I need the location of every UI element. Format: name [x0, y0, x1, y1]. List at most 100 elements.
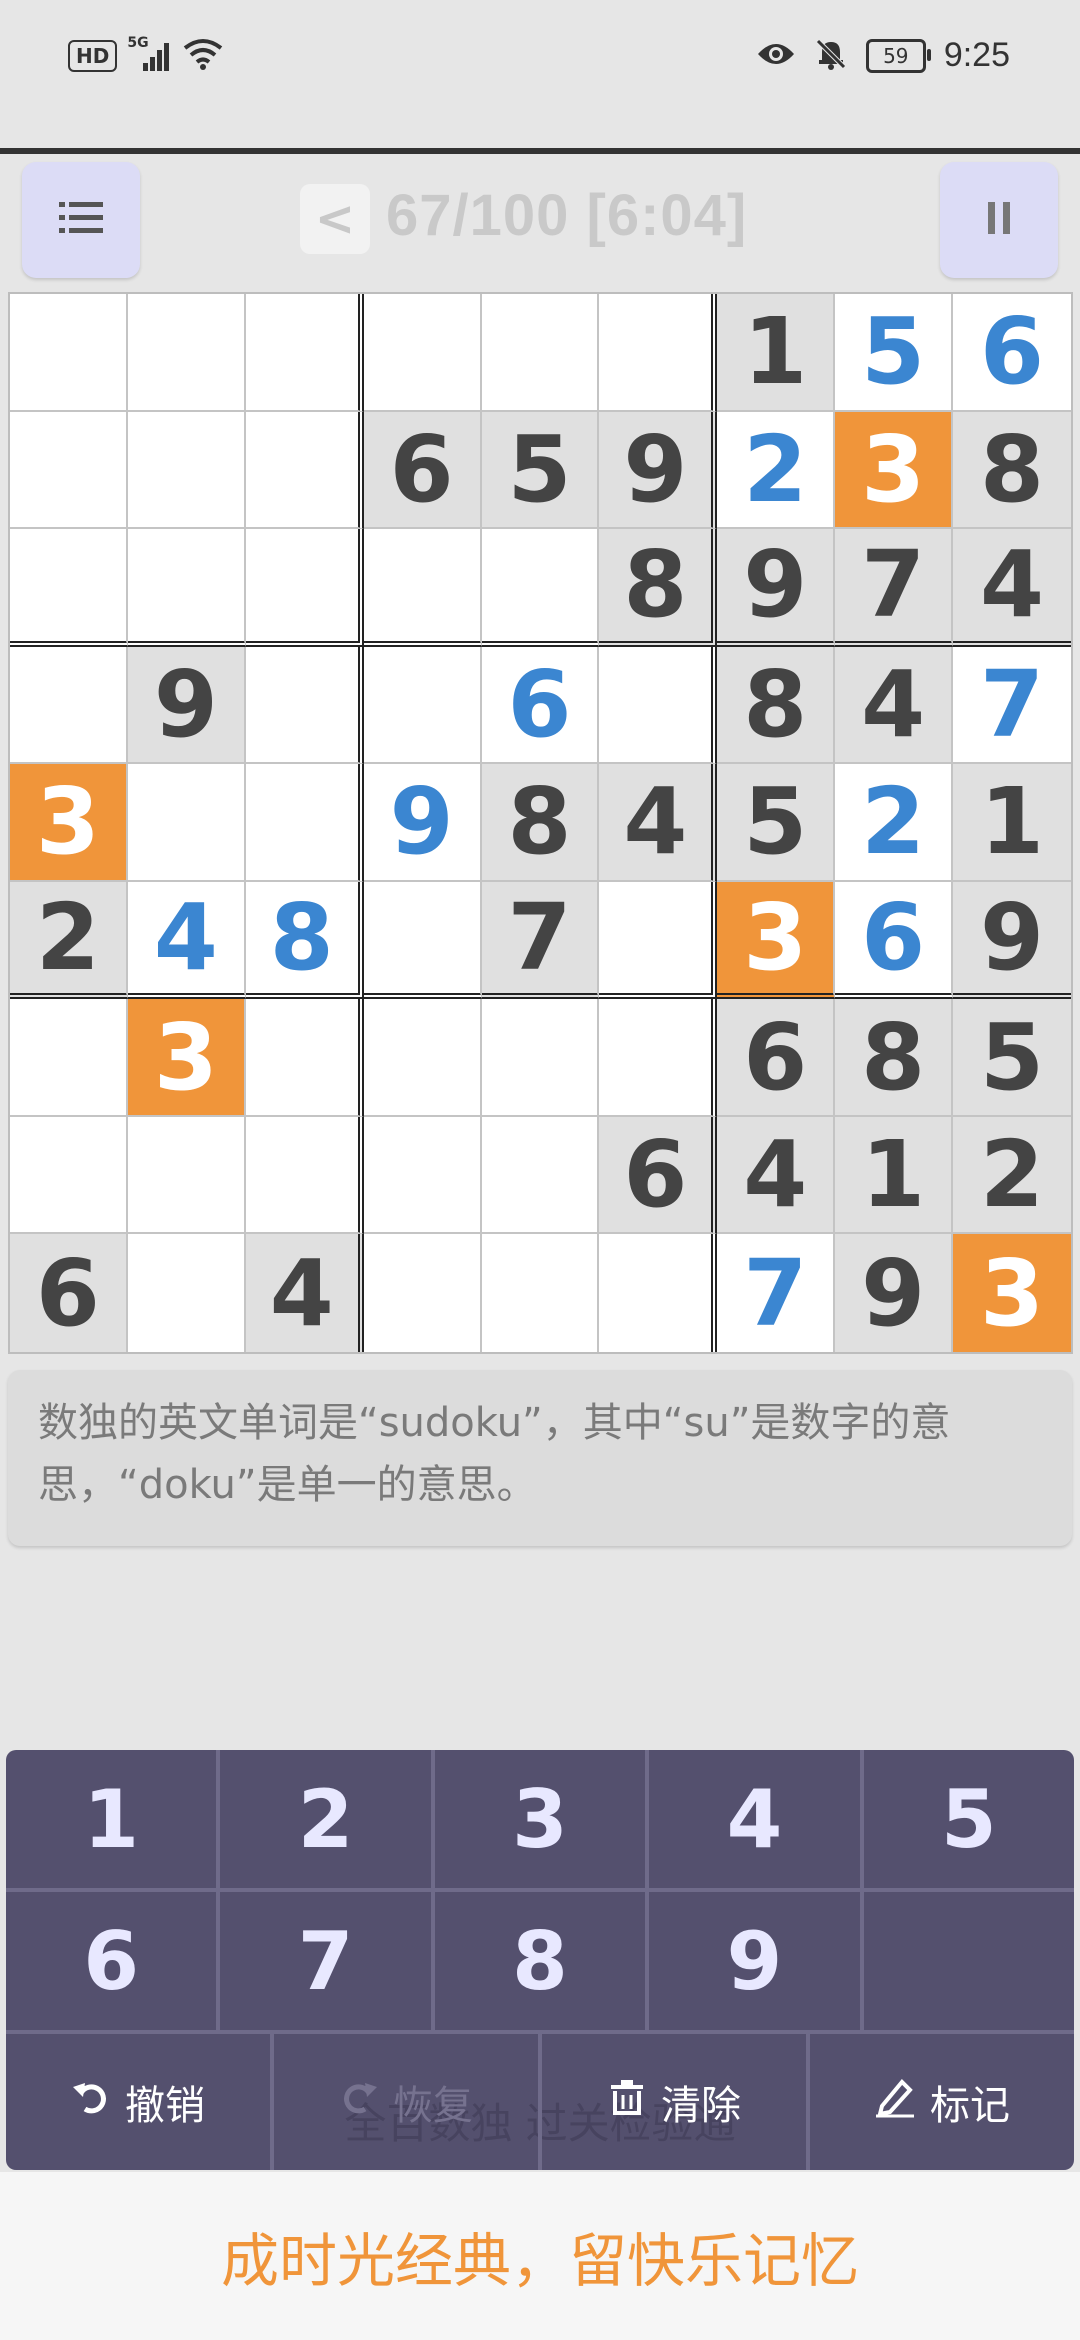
cell-r2c6[interactable]: 9: [599, 411, 718, 530]
back-button[interactable]: <: [300, 184, 370, 254]
cell-r7c5[interactable]: [481, 999, 600, 1117]
cell-r4c3[interactable]: [245, 646, 364, 765]
cell-r3c9[interactable]: 4: [953, 529, 1071, 647]
cell-r2c7[interactable]: 2: [717, 411, 836, 530]
keypad-row-2: 6 7 8 9: [6, 1892, 1074, 2034]
cell-r5c6[interactable]: 4: [599, 764, 718, 882]
cell-r6c2[interactable]: 4: [127, 881, 246, 1000]
key-4[interactable]: 4: [649, 1750, 864, 1888]
cell-r4c9[interactable]: 7: [953, 646, 1071, 765]
cell-r2c2[interactable]: [127, 411, 246, 530]
cell-r6c4[interactable]: [363, 881, 482, 1000]
status-right: 59 9:25: [756, 36, 1010, 75]
cell-r3c8[interactable]: 7: [835, 529, 954, 647]
cell-r7c1[interactable]: [10, 999, 128, 1117]
cell-r5c9[interactable]: 1: [953, 764, 1071, 882]
cell-r2c4[interactable]: 6: [363, 411, 482, 530]
cell-r3c5[interactable]: [481, 529, 600, 647]
cell-r2c5[interactable]: 5: [481, 411, 600, 530]
cell-r6c1[interactable]: 2: [10, 881, 128, 1000]
cell-r8c8[interactable]: 1: [835, 1116, 954, 1235]
cell-r6c6[interactable]: [599, 881, 718, 1000]
cell-r1c9[interactable]: 6: [953, 294, 1071, 412]
cell-r7c2[interactable]: 3: [127, 999, 246, 1117]
key-6[interactable]: 6: [6, 1892, 221, 2030]
menu-button[interactable]: [22, 162, 140, 278]
cell-r3c2[interactable]: [127, 529, 246, 647]
cell-r5c4[interactable]: 9: [363, 764, 482, 882]
cell-r3c1[interactable]: [10, 529, 128, 647]
cell-r9c6[interactable]: [599, 1234, 718, 1352]
cell-r5c1[interactable]: 3: [10, 764, 128, 882]
cell-r9c2[interactable]: [127, 1234, 246, 1352]
cell-r2c8[interactable]: 3: [835, 411, 954, 530]
cell-r6c8[interactable]: 6: [835, 881, 954, 1000]
cell-r9c3[interactable]: 4: [245, 1234, 364, 1352]
cell-r8c6[interactable]: 6: [599, 1116, 718, 1235]
cell-r9c4[interactable]: [363, 1234, 482, 1352]
undo-button[interactable]: 撤销: [6, 2034, 274, 2170]
clear-button[interactable]: 清除: [542, 2034, 810, 2170]
key-1[interactable]: 1: [6, 1750, 221, 1888]
cell-r2c3[interactable]: [245, 411, 364, 530]
cell-r5c8[interactable]: 2: [835, 764, 954, 882]
cell-r3c7[interactable]: 9: [717, 529, 836, 647]
cell-r4c4[interactable]: [363, 646, 482, 765]
cell-r2c1[interactable]: [10, 411, 128, 530]
cell-r5c5[interactable]: 8: [481, 764, 600, 882]
cell-r5c2[interactable]: [127, 764, 246, 882]
cell-r5c3[interactable]: [245, 764, 364, 882]
cell-r4c7[interactable]: 8: [717, 646, 836, 765]
cell-r3c4[interactable]: [363, 529, 482, 647]
cell-r6c5[interactable]: 7: [481, 881, 600, 1000]
status-bar: HD 5G 59 9:25: [0, 0, 1080, 120]
cell-r3c6[interactable]: 8: [599, 529, 718, 647]
mark-button[interactable]: 标记: [810, 2034, 1074, 2170]
redo-button[interactable]: 恢复: [274, 2034, 542, 2170]
cell-r4c8[interactable]: 4: [835, 646, 954, 765]
cell-r7c9[interactable]: 5: [953, 999, 1071, 1117]
cell-r3c3[interactable]: [245, 529, 364, 647]
cell-r7c3[interactable]: [245, 999, 364, 1117]
cell-r8c4[interactable]: [363, 1116, 482, 1235]
pause-button[interactable]: [940, 162, 1058, 278]
cell-r1c7[interactable]: 1: [717, 294, 836, 412]
cell-r1c4[interactable]: [363, 294, 482, 412]
cell-r8c7[interactable]: 4: [717, 1116, 836, 1235]
cell-r4c1[interactable]: [10, 646, 128, 765]
key-3[interactable]: 3: [435, 1750, 650, 1888]
cell-r6c7[interactable]: 3: [717, 881, 836, 1000]
key-8[interactable]: 8: [435, 1892, 650, 2030]
cell-r7c4[interactable]: [363, 999, 482, 1117]
cell-r4c6[interactable]: [599, 646, 718, 765]
cell-r1c2[interactable]: [127, 294, 246, 412]
cell-r9c5[interactable]: [481, 1234, 600, 1352]
key-7[interactable]: 7: [220, 1892, 435, 2030]
cell-r7c8[interactable]: 8: [835, 999, 954, 1117]
key-2[interactable]: 2: [220, 1750, 435, 1888]
cell-r1c1[interactable]: [10, 294, 128, 412]
cell-r1c6[interactable]: [599, 294, 718, 412]
cell-r7c6[interactable]: [599, 999, 718, 1117]
cell-r8c1[interactable]: [10, 1116, 128, 1235]
cell-r6c9[interactable]: 9: [953, 881, 1071, 1000]
cell-r9c7[interactable]: 7: [717, 1234, 836, 1352]
cell-r1c3[interactable]: [245, 294, 364, 412]
cell-r8c2[interactable]: [127, 1116, 246, 1235]
cell-r8c5[interactable]: [481, 1116, 600, 1235]
cell-r1c5[interactable]: [481, 294, 600, 412]
cell-r9c8[interactable]: 9: [835, 1234, 954, 1352]
cell-r1c8[interactable]: 5: [835, 294, 954, 412]
cell-r9c1[interactable]: 6: [10, 1234, 128, 1352]
cell-r2c9[interactable]: 8: [953, 411, 1071, 530]
cell-r9c9[interactable]: 3: [953, 1234, 1071, 1352]
cell-r8c9[interactable]: 2: [953, 1116, 1071, 1235]
cell-r8c3[interactable]: [245, 1116, 364, 1235]
cell-r4c5[interactable]: 6: [481, 646, 600, 765]
cell-r5c7[interactable]: 5: [717, 764, 836, 882]
key-5[interactable]: 5: [864, 1750, 1074, 1888]
key-9[interactable]: 9: [649, 1892, 864, 2030]
cell-r7c7[interactable]: 6: [717, 999, 836, 1117]
cell-r4c2[interactable]: 9: [127, 646, 246, 765]
cell-r6c3[interactable]: 8: [245, 881, 364, 1000]
